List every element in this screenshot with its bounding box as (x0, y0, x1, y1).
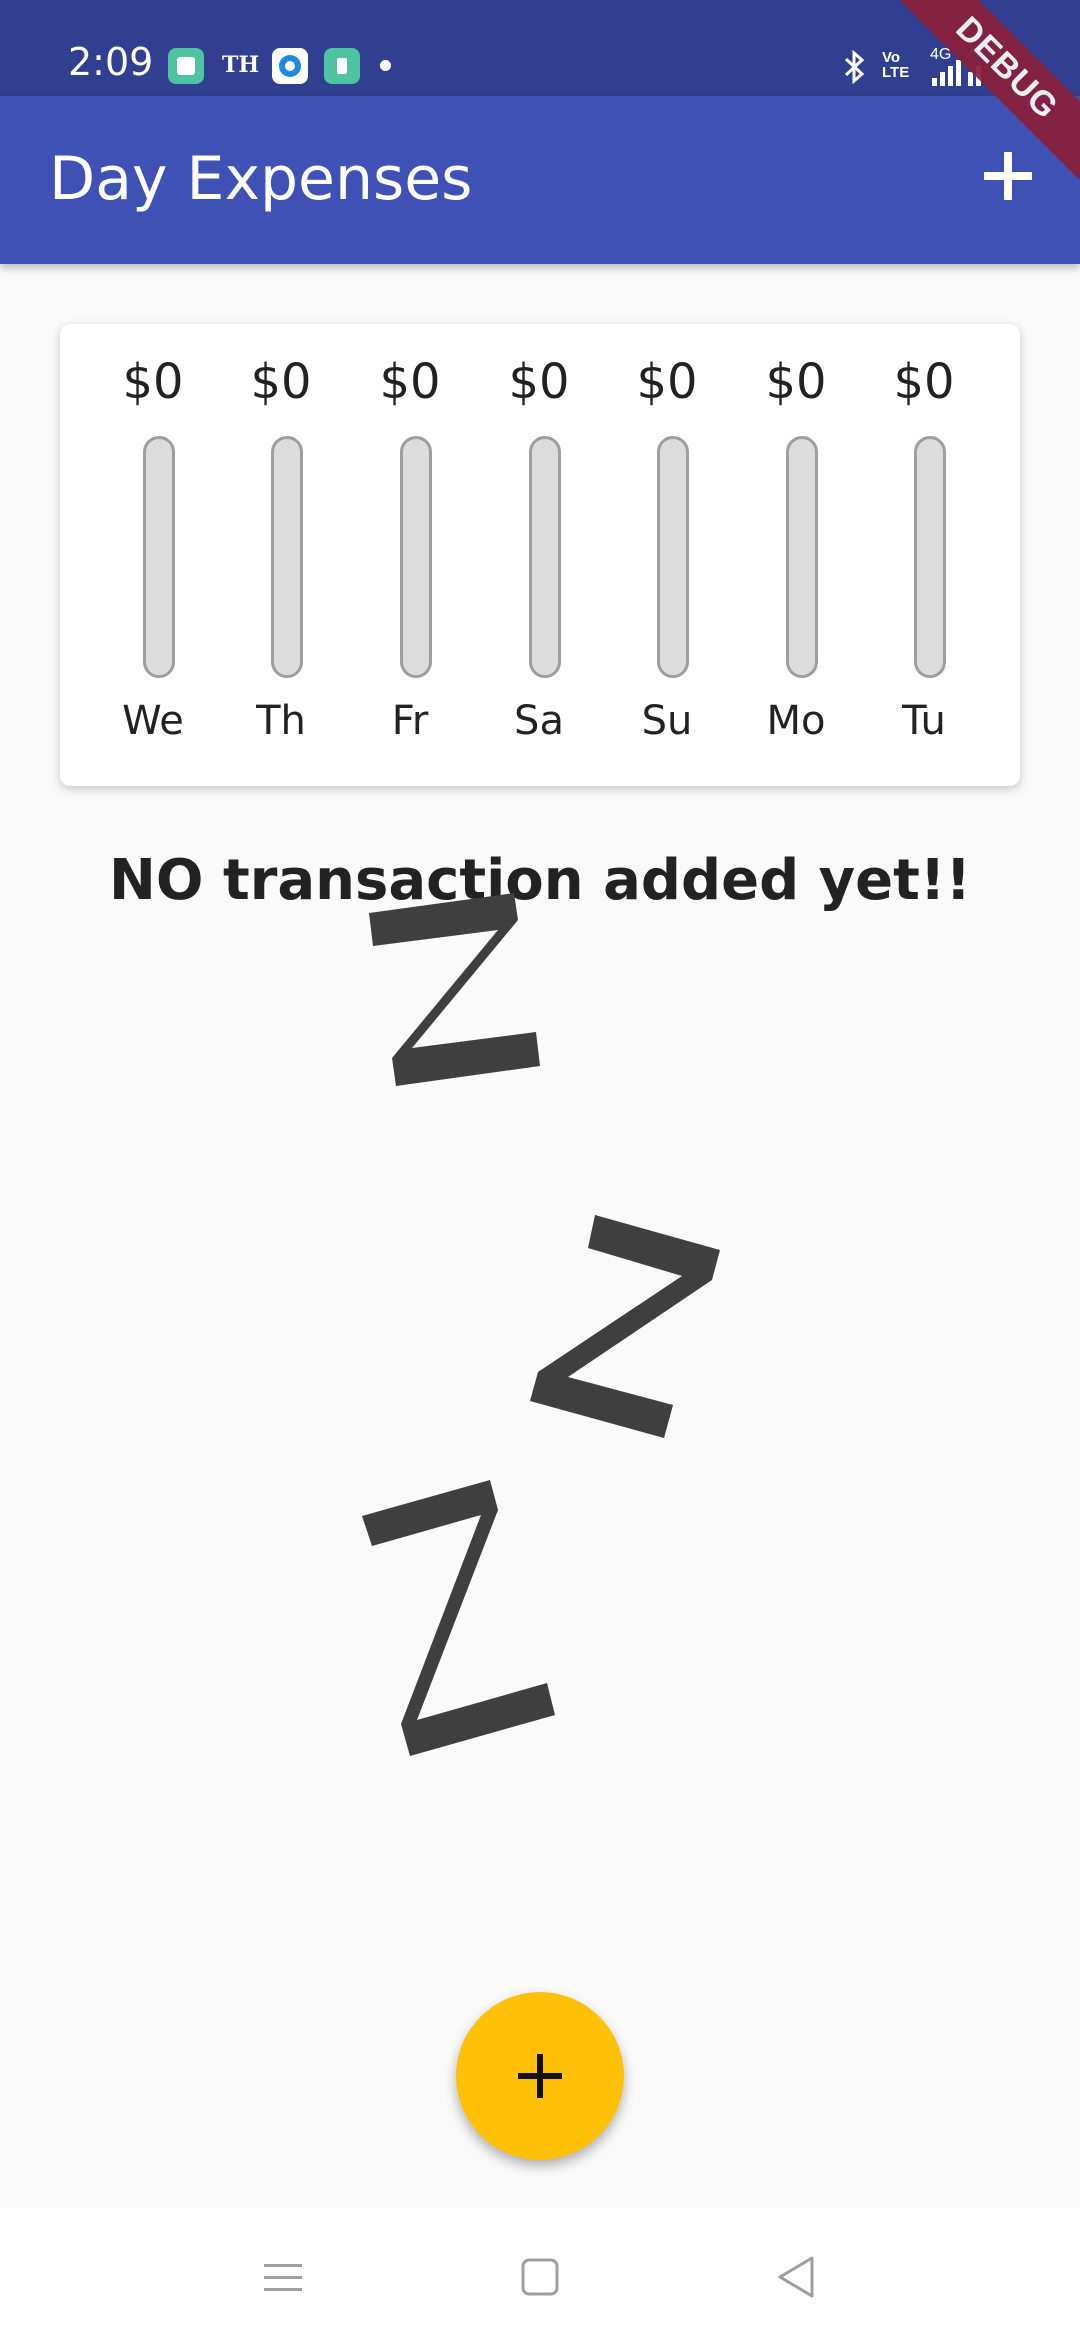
bar-day-label: We (122, 698, 184, 744)
status-time: 2:09 (68, 40, 154, 84)
target-app-icon (272, 48, 308, 84)
bar-amount: $0 (250, 354, 312, 410)
bar-track (271, 436, 303, 678)
weekly-chart-card: $0 We $0 Th $0 Fr $0 Sa $0 Su $0 Mo $0 T… (60, 324, 1020, 786)
back-icon (778, 2256, 814, 2298)
page-title: Day Expenses (49, 144, 473, 214)
bar-track (143, 436, 175, 678)
add-transaction-fab[interactable] (456, 1992, 624, 2160)
home-button[interactable] (515, 2252, 565, 2302)
add-icon (518, 2054, 562, 2098)
back-button[interactable] (772, 2252, 822, 2302)
bar-track (529, 436, 561, 678)
green-app-icon (324, 48, 360, 84)
bar-day-label: Su (641, 698, 693, 744)
bar-amount: $0 (508, 354, 570, 410)
bar-track (786, 436, 818, 678)
bar-amount: $0 (122, 354, 184, 410)
bar-day-label: Mo (766, 698, 826, 744)
chart-bar-column: $0 Tu (864, 324, 984, 786)
menu-button[interactable] (258, 2252, 308, 2302)
bluetooth-icon (842, 49, 866, 89)
bar-track (400, 436, 432, 678)
home-icon (521, 2258, 559, 2296)
volte-icon: Vo LTE (882, 49, 910, 81)
chart-bar-column: $0 Su (607, 324, 727, 786)
bar-amount: $0 (636, 354, 698, 410)
chart-bar-column: $0 Mo (736, 324, 856, 786)
chart-bar-column: $0 Fr (350, 324, 470, 786)
chart-bar-column: $0 Sa (479, 324, 599, 786)
z-letter (362, 1480, 555, 1756)
bar-amount: $0 (379, 354, 441, 410)
bar-day-label: Sa (514, 698, 564, 744)
z-letter (369, 893, 540, 1086)
app-bar: Day Expenses (0, 96, 1080, 264)
add-icon (984, 152, 1032, 200)
system-nav-bar (0, 2208, 1080, 2340)
sleeping-zzz-image (362, 893, 720, 1756)
bar-amount: $0 (893, 354, 955, 410)
bar-track (914, 436, 946, 678)
bar-day-label: Tu (902, 698, 946, 744)
chart-bar-column: $0 We (93, 324, 213, 786)
z-letter (530, 1215, 720, 1438)
bar-track (657, 436, 689, 678)
more-notifications-dot (380, 60, 391, 71)
notification-app-icon (168, 48, 204, 84)
chart-bar-column: $0 Th (221, 324, 341, 786)
th-app-icon: TH (222, 52, 260, 78)
bar-day-label: Fr (391, 698, 429, 744)
menu-icon (264, 2264, 302, 2291)
bar-day-label: Th (256, 698, 306, 744)
bar-amount: $0 (765, 354, 827, 410)
add-transaction-button[interactable] (978, 146, 1038, 206)
